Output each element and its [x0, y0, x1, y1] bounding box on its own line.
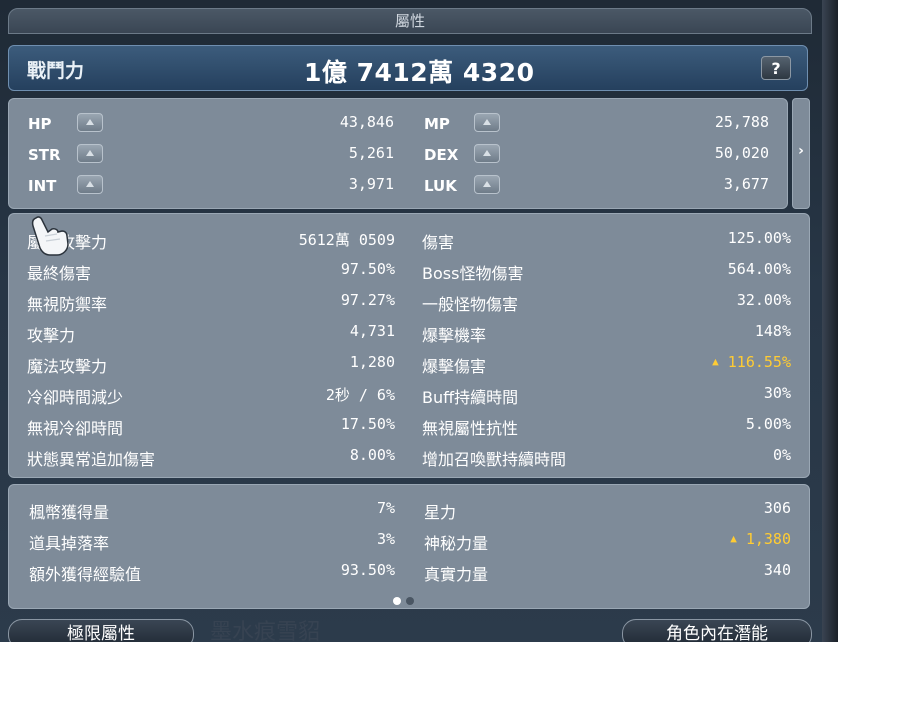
page-dot-active[interactable]: [393, 597, 401, 605]
crit-damage-value: 116.55%: [727, 353, 791, 371]
list-item-value: 30%: [763, 384, 791, 402]
list-item-label: 真實力量: [424, 565, 489, 584]
list-item-value-highlighted: ▲ 1,380: [730, 530, 791, 548]
list-item-label: 神秘力量: [424, 534, 489, 553]
stat-int-increase-button[interactable]: [77, 175, 103, 194]
list-item-label: 增加召喚獸持續時間: [422, 450, 567, 469]
list-item-label: 傷害: [422, 233, 455, 252]
page-dot[interactable]: [406, 597, 414, 605]
list-item-value: 1,280: [349, 353, 395, 371]
list-item-label: 狀態異常追加傷害: [27, 450, 156, 469]
detail-stats-panel: 屬性攻擊力 5612萬 0509 最終傷害 97.50% 無視防禦率 97.27…: [8, 213, 810, 478]
list-item-label: 一般怪物傷害: [422, 295, 519, 314]
stat-dex-label: DEX: [424, 146, 459, 164]
list-item-value: 97.50%: [340, 260, 395, 278]
list-item-label: 爆擊傷害: [422, 357, 487, 376]
arcane-force-value: 1,380: [745, 530, 791, 548]
window-title: 屬性: [394, 12, 425, 30]
list-item-value: 17.50%: [340, 415, 395, 433]
list-item-value: 340: [763, 561, 791, 579]
stat-luk-value: 3,677: [723, 175, 769, 193]
list-item-label: 道具掉落率: [29, 534, 110, 553]
list-item-value: 148%: [754, 322, 791, 340]
list-item-value: 564.00%: [727, 260, 791, 278]
list-item-label: Boss怪物傷害: [422, 264, 524, 283]
stat-mp-value: 25,788: [714, 113, 769, 131]
character-stats-window: 屬性 戰鬥力 1億 7412萬 4320 ? HP 43,846 MP 25,7…: [0, 0, 838, 642]
stat-str-label: STR: [28, 146, 61, 164]
combat-power-label: 戰鬥力: [27, 60, 85, 82]
list-item-label: 無視防禦率: [27, 295, 108, 314]
window-right-edge: [822, 0, 838, 642]
list-item-value: 306: [763, 499, 791, 517]
list-item-label: 星力: [424, 503, 457, 522]
list-item-value: 125.00%: [727, 229, 791, 247]
list-item-label: 最終傷害: [27, 264, 92, 283]
list-item-value: 93.50%: [340, 561, 395, 579]
chevron-right-icon[interactable]: ›: [792, 143, 810, 159]
list-item-value: 0%: [772, 446, 791, 464]
list-item-value: 4,731: [349, 322, 395, 340]
list-item-label: 額外獲得經驗值: [29, 565, 142, 584]
stat-luk-increase-button[interactable]: [474, 175, 500, 194]
stat-hp-label: HP: [28, 115, 52, 133]
increase-triangle-icon: ▲: [730, 532, 737, 545]
stat-int-value: 3,971: [348, 175, 394, 193]
page-indicator: [393, 590, 419, 609]
base-stats-panel: HP 43,846 MP 25,788 STR 5,261 DEX 50,020…: [8, 98, 788, 209]
list-item-value-highlighted: ▲ 116.55%: [712, 353, 791, 371]
combat-power-panel: 戰鬥力 1億 7412萬 4320 ?: [8, 45, 808, 91]
hand-cursor-icon: [31, 216, 69, 256]
limit-attribute-button[interactable]: 極限屬性: [8, 619, 194, 642]
stat-luk-label: LUK: [424, 177, 457, 195]
stat-dex-increase-button[interactable]: [474, 144, 500, 163]
list-item-value: 5.00%: [745, 415, 791, 433]
stat-mp-increase-button[interactable]: [474, 113, 500, 132]
stat-mp-label: MP: [424, 115, 450, 133]
list-item-label: 攻擊力: [27, 326, 76, 345]
list-item-label: 無視屬性抗性: [422, 419, 519, 438]
list-item-value: 5612萬 0509: [298, 231, 395, 249]
list-item-value: 7%: [376, 499, 395, 517]
combat-power-value: 1億 7412萬 4320: [304, 58, 535, 87]
inner-ability-button[interactable]: 角色內在潛能: [622, 619, 812, 642]
list-item-label: 楓幣獲得量: [29, 503, 110, 522]
list-item-value: 2秒 / 6%: [325, 386, 395, 404]
increase-triangle-icon: ▲: [712, 355, 719, 368]
list-item-label: 爆擊機率: [422, 326, 487, 345]
stat-int-label: INT: [28, 177, 57, 195]
list-item-value: 3%: [376, 530, 395, 548]
window-titlebar: 屬性: [8, 8, 812, 34]
list-item-label: 魔法攻擊力: [27, 357, 108, 376]
stat-str-value: 5,261: [348, 144, 394, 162]
list-item-label: 無視冷卻時間: [27, 419, 124, 438]
background-map-text: 墨水痕雪貂: [210, 620, 321, 642]
list-item-label: Buff持續時間: [422, 388, 519, 407]
stat-str-increase-button[interactable]: [77, 144, 103, 163]
help-button[interactable]: ?: [761, 56, 791, 80]
list-item-label: 冷卻時間減少: [27, 388, 124, 407]
stat-hp-value: 43,846: [339, 113, 394, 131]
list-item-value: 8.00%: [349, 446, 395, 464]
stat-dex-value: 50,020: [714, 144, 769, 162]
list-item-value: 97.27%: [340, 291, 395, 309]
stat-hp-increase-button[interactable]: [77, 113, 103, 132]
list-item-value: 32.00%: [736, 291, 791, 309]
